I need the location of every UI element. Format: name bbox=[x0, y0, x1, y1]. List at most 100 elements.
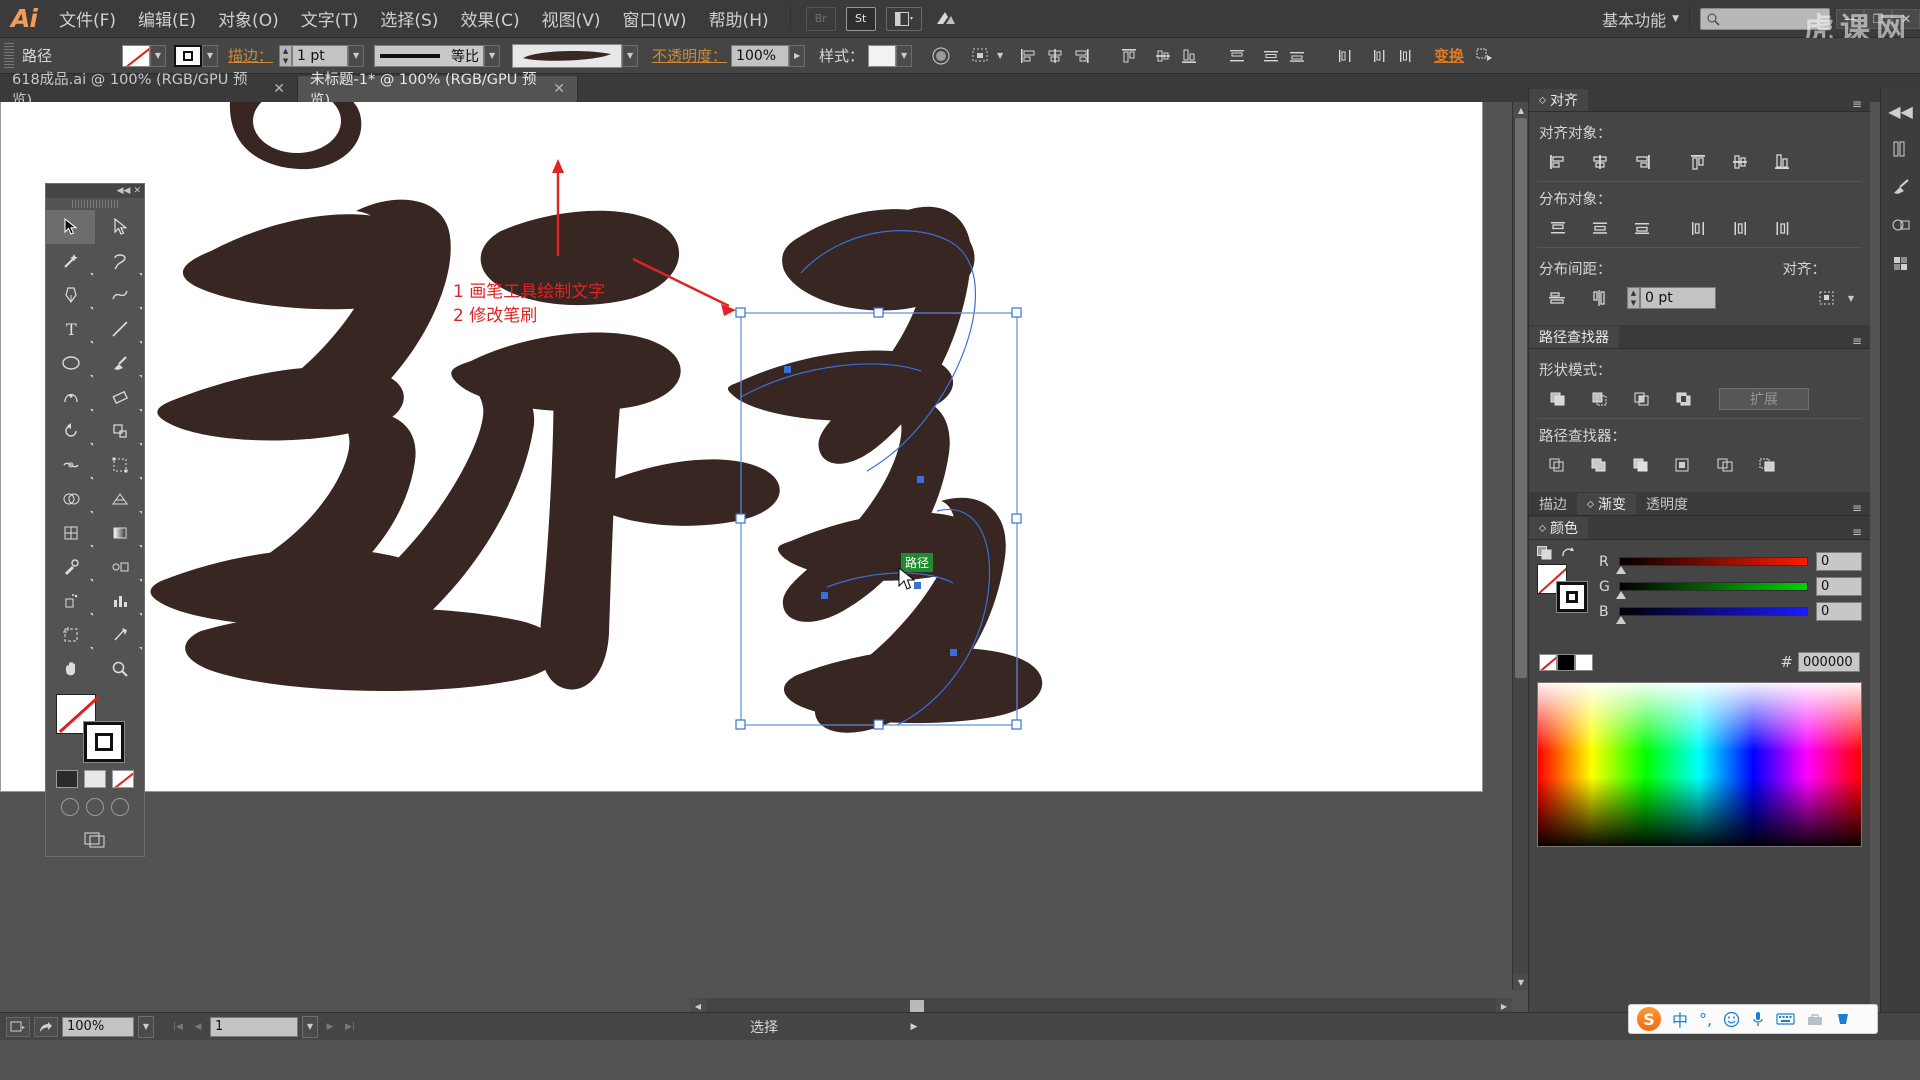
channel-g-value[interactable]: 0 bbox=[1816, 577, 1862, 596]
appearance-panel-menu-icon[interactable]: ≡ bbox=[1852, 501, 1870, 515]
tab-gradient[interactable]: ⬦ 渐变 bbox=[1577, 493, 1636, 515]
mesh-tool[interactable] bbox=[46, 516, 95, 550]
menu-window[interactable]: 窗口(W) bbox=[611, 0, 697, 38]
dist-middle-icon[interactable] bbox=[1579, 215, 1621, 241]
shape-builder-tool[interactable] bbox=[46, 482, 95, 516]
screen-mode-button[interactable] bbox=[46, 822, 144, 856]
eraser-tool[interactable] bbox=[95, 380, 144, 414]
document-tab-2[interactable]: 未标题-1* @ 100% (RGB/GPU 预览) ✕ bbox=[298, 72, 578, 109]
zoom-tool[interactable] bbox=[95, 652, 144, 686]
menu-edit[interactable]: 编辑(E) bbox=[127, 0, 207, 38]
color-panel-menu-icon[interactable]: ≡ bbox=[1852, 525, 1870, 539]
draw-inside-icon[interactable] bbox=[111, 798, 129, 816]
minus-front-icon[interactable] bbox=[1579, 386, 1621, 412]
swap-fill-stroke-icon[interactable] bbox=[1561, 546, 1575, 560]
black-swatch[interactable] bbox=[1557, 653, 1575, 671]
fill-swatch[interactable] bbox=[122, 44, 150, 67]
expand-button[interactable]: 扩展 bbox=[1719, 388, 1809, 410]
channel-g-slider[interactable] bbox=[1616, 582, 1808, 599]
width-tool[interactable] bbox=[46, 448, 95, 482]
artboard-tool[interactable] bbox=[46, 618, 95, 652]
menu-view[interactable]: 视图(V) bbox=[531, 0, 612, 38]
intersect-icon[interactable] bbox=[1621, 386, 1663, 412]
distribute-bottom-icon[interactable] bbox=[1284, 44, 1310, 68]
menu-object[interactable]: 对象(O) bbox=[207, 0, 290, 38]
menu-file[interactable]: 文件(F) bbox=[48, 0, 127, 38]
vertical-distribute-space-icon[interactable] bbox=[1537, 285, 1579, 311]
arrange-documents-icon[interactable] bbox=[885, 6, 922, 31]
brush-definition-dropdown[interactable]: ▼ bbox=[622, 44, 639, 67]
gradient-tool[interactable] bbox=[95, 516, 144, 550]
tab-color[interactable]: ⬦ 颜色 bbox=[1529, 517, 1588, 539]
exclude-icon[interactable] bbox=[1663, 386, 1705, 412]
align-bottom-icon[interactable] bbox=[1176, 44, 1202, 68]
tab-pathfinder[interactable]: 路径查找器 bbox=[1529, 326, 1619, 348]
align-top-icon[interactable] bbox=[1677, 149, 1719, 175]
share-icon[interactable] bbox=[34, 1016, 58, 1037]
channel-r-slider[interactable] bbox=[1616, 557, 1808, 574]
prev-artboard-icon[interactable]: ◀ bbox=[190, 1017, 206, 1037]
canvas-vertical-scrollbar[interactable]: ▲ ▼ bbox=[1512, 102, 1529, 990]
color-spectrum-ramp[interactable] bbox=[1537, 682, 1862, 847]
menu-help[interactable]: 帮助(H) bbox=[698, 0, 780, 38]
magic-wand-tool[interactable] bbox=[46, 244, 95, 278]
transform-icon[interactable] bbox=[1472, 44, 1498, 68]
vertical-scroll-thumb[interactable] bbox=[1515, 118, 1527, 678]
graphic-style-swatch[interactable] bbox=[868, 44, 897, 67]
workspace-switcher[interactable]: 基本功能 ▼ bbox=[1602, 7, 1679, 31]
scroll-down-icon[interactable]: ▼ bbox=[1513, 974, 1529, 990]
artboard-dropdown[interactable]: ▼ bbox=[302, 1015, 318, 1038]
toolbox-header[interactable]: ◀◀ ✕ bbox=[46, 184, 144, 198]
document-tab-1[interactable]: 618成品.ai @ 100% (RGB/GPU 预览) ✕ bbox=[0, 72, 298, 109]
stroke-swatch[interactable] bbox=[174, 44, 202, 67]
eyedropper-tool[interactable] bbox=[46, 550, 95, 584]
distribute-top-icon[interactable] bbox=[1216, 43, 1258, 69]
minimize-button[interactable]: — bbox=[1836, 8, 1864, 29]
perspective-grid-tool[interactable] bbox=[95, 482, 144, 516]
selection-tool[interactable] bbox=[46, 210, 95, 244]
paintbrush-tool[interactable] bbox=[95, 346, 144, 380]
divide-icon[interactable] bbox=[1537, 452, 1579, 478]
stock-button[interactable]: St bbox=[845, 6, 876, 31]
opacity-label[interactable]: 不透明度： bbox=[652, 45, 727, 66]
stroke-profile-select[interactable]: 等比 bbox=[374, 44, 485, 67]
toolbox-icon[interactable] bbox=[1806, 1012, 1824, 1027]
artboard-navigation-icon[interactable] bbox=[6, 1016, 30, 1037]
ime-punctuation-button[interactable]: °, bbox=[1699, 1010, 1712, 1029]
tab-stroke[interactable]: 描边 bbox=[1529, 493, 1577, 515]
first-artboard-icon[interactable]: |◀ bbox=[170, 1017, 186, 1037]
ellipse-tool[interactable] bbox=[46, 346, 95, 380]
tab-align[interactable]: ⬦ 对齐 bbox=[1529, 89, 1588, 111]
stroke-color-swatch[interactable] bbox=[84, 722, 124, 762]
align-to-selection-icon[interactable] bbox=[1806, 285, 1848, 311]
slice-tool[interactable] bbox=[95, 618, 144, 652]
stroke-weight-field[interactable]: 1 pt bbox=[292, 44, 349, 67]
color-fill-stroke-control[interactable] bbox=[1537, 546, 1589, 642]
align-options-dropdown[interactable]: ▼ bbox=[994, 45, 1006, 67]
maximize-button[interactable]: ❐ bbox=[1864, 8, 1892, 29]
color-stroke-swatch[interactable] bbox=[1557, 582, 1587, 612]
merge-icon[interactable] bbox=[1621, 452, 1663, 478]
recolor-artwork-icon[interactable] bbox=[928, 44, 954, 68]
lasso-tool[interactable] bbox=[95, 244, 144, 278]
column-graph-tool[interactable] bbox=[95, 584, 144, 618]
dist-bottom-icon[interactable] bbox=[1621, 215, 1663, 241]
distribute-middle-icon[interactable] bbox=[1258, 44, 1284, 68]
symbol-sprayer-tool[interactable] bbox=[46, 584, 95, 618]
line-segment-tool[interactable] bbox=[95, 312, 144, 346]
curvature-tool[interactable] bbox=[95, 278, 144, 312]
artboard-number-field[interactable]: 1 bbox=[210, 1016, 298, 1037]
dist-center-icon[interactable] bbox=[1719, 215, 1761, 241]
none-swatch-button[interactable] bbox=[112, 770, 134, 788]
stroke-weight-label[interactable]: 描边： bbox=[228, 45, 273, 66]
pen-tool[interactable] bbox=[46, 278, 95, 312]
align-panel-menu-icon[interactable]: ≡ bbox=[1852, 97, 1870, 111]
align-center-h-icon[interactable] bbox=[1042, 44, 1068, 68]
align-right-icon[interactable] bbox=[1068, 44, 1094, 68]
align-middle-v-icon[interactable] bbox=[1719, 149, 1761, 175]
close-icon[interactable]: ✕ bbox=[273, 81, 285, 97]
gradient-swatch-button[interactable] bbox=[84, 770, 106, 788]
channel-b-slider[interactable] bbox=[1616, 607, 1808, 624]
dist-left-icon[interactable] bbox=[1677, 215, 1719, 241]
channel-g-knob[interactable] bbox=[1616, 591, 1626, 599]
